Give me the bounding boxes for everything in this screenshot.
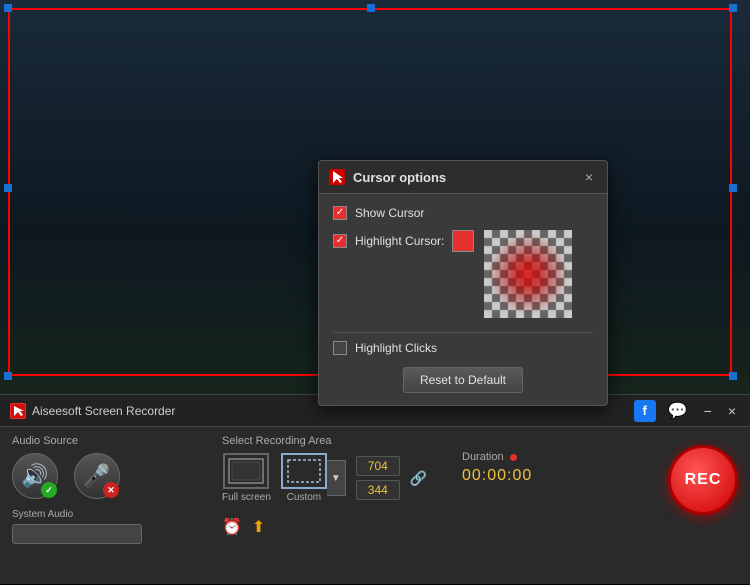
resize-handle-bottom-left[interactable] <box>4 372 12 380</box>
custom-option[interactable]: Custom <box>281 453 327 503</box>
highlight-clicks-checkbox[interactable] <box>333 341 347 355</box>
width-input[interactable] <box>356 456 400 476</box>
duration-text: Duration <box>462 451 504 463</box>
rec-button[interactable]: REC <box>668 445 738 515</box>
mic-button[interactable]: 🎤 ✕ <box>74 453 120 499</box>
reset-to-default-button[interactable]: Reset to Default <box>403 367 523 393</box>
resize-handle-middle-left[interactable] <box>4 184 12 192</box>
toolbar-main: Audio Source 🔊 ✓ 🎤 ✕ System Audio <box>0 427 750 585</box>
cursor-options-dialog: Cursor options × ✓ Show Cursor ✓ Highlig… <box>318 160 608 406</box>
fullscreen-icon-box <box>223 453 269 489</box>
checkmark-icon-2: ✓ <box>336 236 344 246</box>
duration-indicator-dot <box>510 454 517 461</box>
system-audio-button[interactable]: 🔊 ✓ <box>12 453 58 499</box>
custom-icon-box <box>281 453 327 489</box>
size-link-icon: 🔗 <box>410 470 427 487</box>
highlight-cursor-left: ✓ Highlight Cursor: <box>333 230 474 252</box>
system-audio-status-badge: ✓ <box>41 482 57 498</box>
toolbar: Aiseesoft Screen Recorder f 💬 − × Audio … <box>0 394 750 584</box>
system-audio-icon-wrap: 🔊 ✓ <box>12 453 58 499</box>
system-audio-select-wrap <box>12 524 202 544</box>
resize-handle-top-right[interactable] <box>729 4 737 12</box>
dialog-body: ✓ Show Cursor ✓ Highlight Cursor: Highli… <box>319 194 607 405</box>
show-cursor-label: Show Cursor <box>355 206 424 220</box>
rec-button-wrap: REC <box>668 435 738 515</box>
height-input[interactable] <box>356 480 400 500</box>
cursor-color-swatch[interactable] <box>452 230 474 252</box>
show-cursor-row: ✓ Show Cursor <box>333 206 593 220</box>
system-audio-select[interactable] <box>12 524 142 544</box>
size-inputs-wrap <box>356 456 400 500</box>
highlight-clicks-label: Highlight Clicks <box>355 341 437 355</box>
alarm-icon[interactable]: ⏰ <box>222 517 242 537</box>
dialog-icon <box>329 169 345 185</box>
highlight-clicks-row: Highlight Clicks <box>333 332 593 355</box>
dialog-close-button[interactable]: × <box>581 169 597 185</box>
resize-handle-top-left[interactable] <box>4 4 12 12</box>
audio-section: Audio Source 🔊 ✓ 🎤 ✕ System Audio <box>12 435 202 544</box>
cursor-preview <box>484 230 572 318</box>
highlight-cursor-row: ✓ Highlight Cursor: <box>333 230 593 318</box>
red-glow-overlay <box>484 230 572 318</box>
recording-area-label: Select Recording Area <box>222 435 442 447</box>
fullscreen-label: Full screen <box>222 492 271 503</box>
app-logo-area: Aiseesoft Screen Recorder <box>10 403 175 419</box>
app-title: Aiseesoft Screen Recorder <box>32 404 175 418</box>
facebook-icon[interactable]: f <box>634 400 656 422</box>
custom-label: Custom <box>287 492 321 503</box>
close-button[interactable]: × <box>724 401 740 421</box>
resize-handle-middle-right[interactable] <box>729 184 737 192</box>
recording-area-section: Select Recording Area Full screen <box>222 435 442 537</box>
app-logo-icon <box>10 403 26 419</box>
highlight-cursor-checkbox[interactable]: ✓ <box>333 234 347 248</box>
fullscreen-option[interactable]: Full screen <box>222 453 271 503</box>
resize-handle-top-middle[interactable] <box>367 4 375 12</box>
checkmark-icon: ✓ <box>336 208 344 218</box>
dialog-header: Cursor options × <box>319 161 607 194</box>
system-audio-label: System Audio <box>12 509 202 520</box>
show-cursor-checkbox[interactable]: ✓ <box>333 206 347 220</box>
duration-label: Duration <box>462 451 562 463</box>
minimize-button[interactable]: − <box>700 401 716 421</box>
resize-handle-bottom-right[interactable] <box>729 372 737 380</box>
highlight-cursor-label: Highlight Cursor: <box>355 234 444 248</box>
window-controls: f 💬 − × <box>634 399 740 423</box>
toolbar-bottom-icons: ⏰ ⬆ <box>222 517 442 537</box>
custom-dropdown-button[interactable]: ▼ <box>327 460 346 496</box>
audio-section-label: Audio Source <box>12 435 202 447</box>
custom-area-wrap: Custom ▼ <box>281 453 346 503</box>
cursor-icon[interactable]: ⬆ <box>252 517 265 537</box>
duration-section: Duration 00:00:00 <box>462 435 562 485</box>
mic-icon-wrap: 🎤 ✕ <box>74 453 120 499</box>
duration-time: 00:00:00 <box>462 467 562 485</box>
dialog-title: Cursor options <box>353 170 581 185</box>
comment-icon[interactable]: 💬 <box>664 399 692 423</box>
record-area-row: Full screen Custom ▼ <box>222 453 442 503</box>
audio-icons-row: 🔊 ✓ 🎤 ✕ <box>12 453 202 499</box>
mic-status-badge: ✕ <box>103 482 119 498</box>
